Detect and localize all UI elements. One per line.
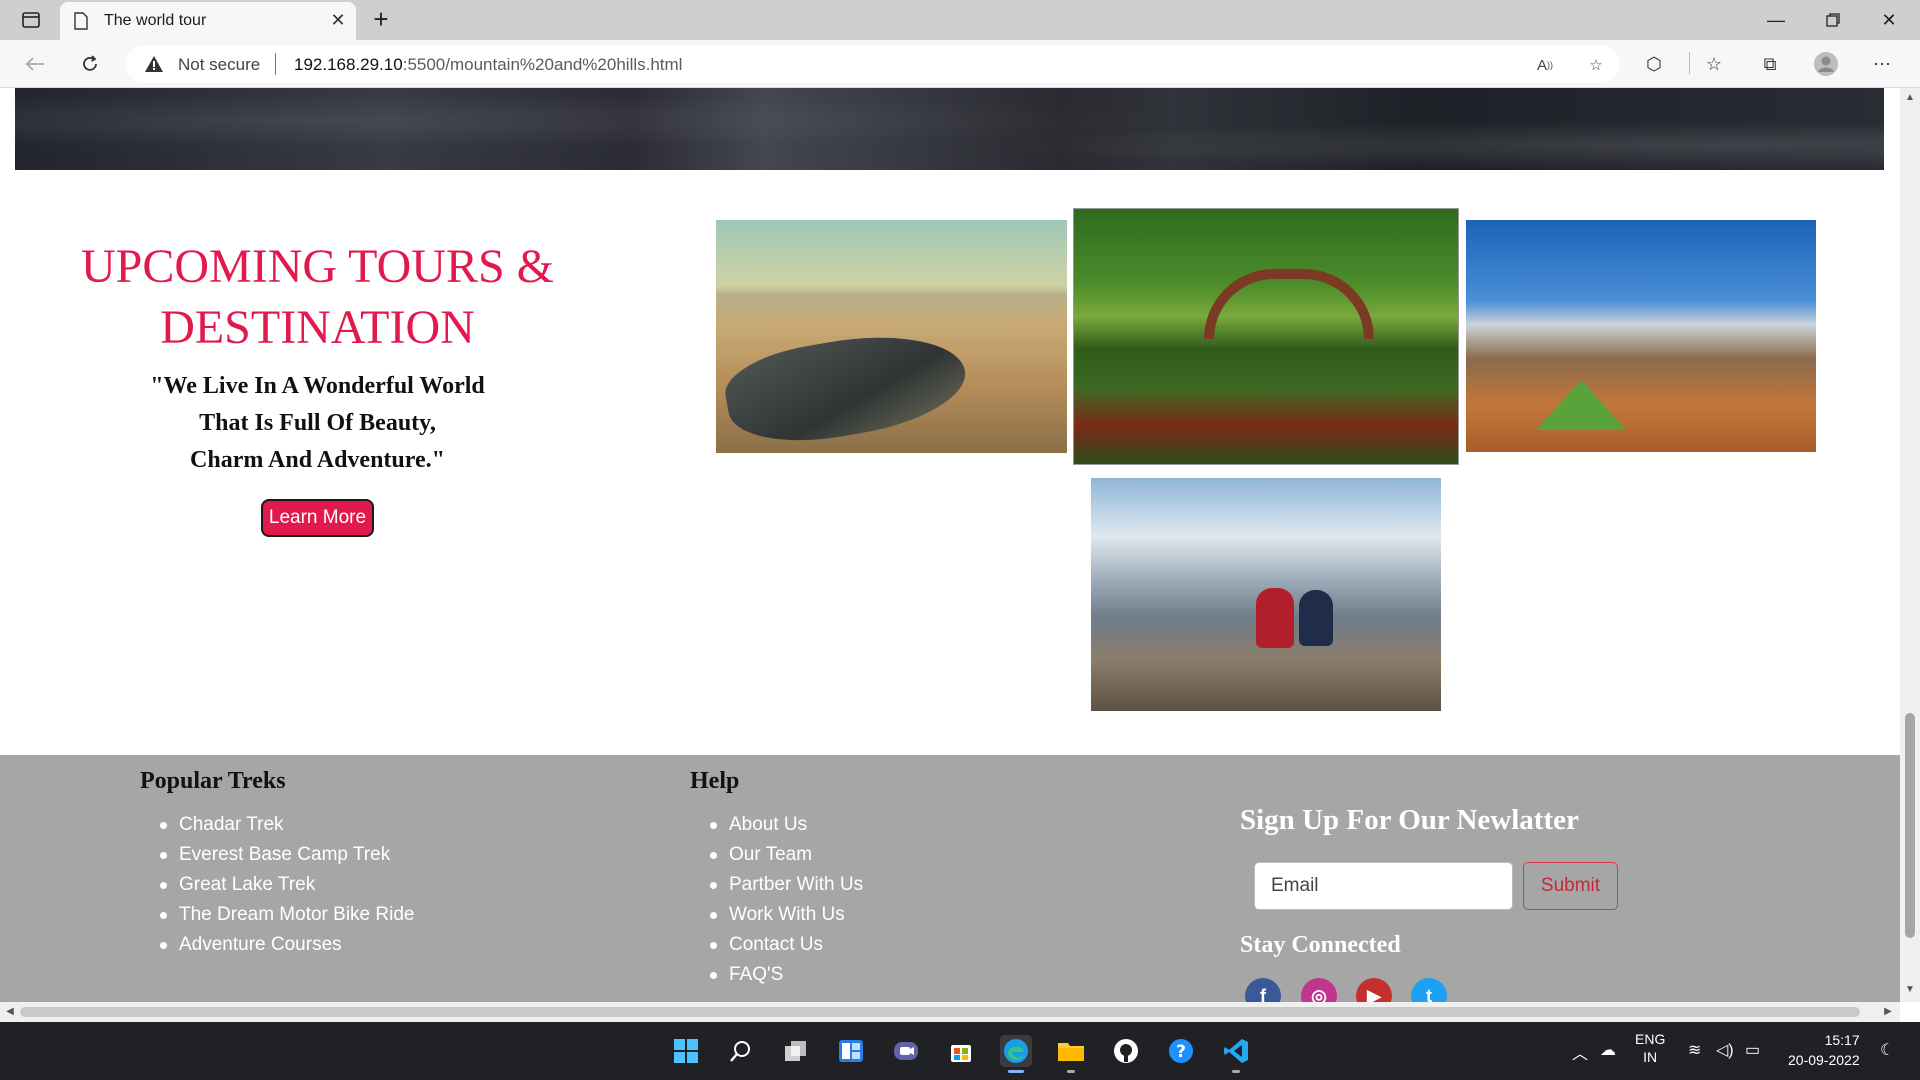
help-link[interactable]: About Us — [690, 810, 863, 840]
new-tab-button[interactable]: + — [366, 6, 396, 34]
upcoming-tours-title: UPCOMING TOURS & DESTINATION — [40, 236, 595, 358]
scroll-up-icon[interactable]: ▲ — [1904, 92, 1916, 104]
vscode-icon[interactable] — [1220, 1035, 1252, 1067]
tab-title: The world tour — [104, 12, 207, 29]
vertical-scroll-thumb[interactable] — [1905, 713, 1915, 938]
notification-icon[interactable]: ☾ — [1880, 1040, 1894, 1060]
tab-the-world-tour[interactable]: The world tour ✕ — [60, 2, 356, 40]
vscode-indicator — [1232, 1070, 1240, 1073]
file-explorer-icon[interactable] — [1055, 1035, 1087, 1067]
park-bridge-photo — [1073, 208, 1459, 465]
collections-icon[interactable]: ⧉ — [1756, 51, 1784, 77]
learn-more-button[interactable]: Learn More — [260, 499, 375, 537]
help-link[interactable]: Work With Us — [690, 900, 863, 930]
help-link[interactable]: FAQ'S — [690, 960, 863, 990]
upcoming-tours-section: UPCOMING TOURS & DESTINATION "We Live In… — [40, 236, 595, 537]
popular-treks-heading: Popular Treks — [140, 768, 286, 794]
github-icon[interactable] — [1110, 1035, 1142, 1067]
quote-text: "We Live In A Wonderful World That Is Fu… — [150, 373, 485, 473]
show-hidden-icons-icon[interactable]: ︿ — [1572, 1040, 1588, 1064]
task-view-icon[interactable] — [780, 1035, 812, 1067]
back-icon[interactable] — [20, 50, 50, 78]
address-bar: Not secure 192.168.29.10:5500/mountain%2… — [0, 40, 1920, 88]
onedrive-icon[interactable]: ☁ — [1600, 1040, 1616, 1060]
url-text[interactable]: 192.168.29.10:5500/mountain%20and%20hill… — [294, 55, 682, 75]
mountain-hikers-photo — [1091, 478, 1441, 711]
stay-connected-heading: Stay Connected — [1240, 932, 1401, 958]
edge-active-indicator — [1008, 1070, 1024, 1073]
title-line-1: UPCOMING TOURS & — [81, 240, 554, 293]
tab-actions-icon[interactable] — [14, 8, 48, 32]
not-secure-label[interactable]: Not secure — [178, 55, 260, 75]
help-list: About Us Our Team Partber With Us Work W… — [690, 810, 863, 990]
clock[interactable]: 15:17 20-09-2022 — [1788, 1030, 1860, 1070]
extensions-icon[interactable]: ⬡ — [1640, 51, 1668, 77]
newsletter-heading: Sign Up For Our Newlatter — [1240, 804, 1579, 836]
scroll-right-icon[interactable]: ▶ — [1882, 1006, 1894, 1018]
search-icon[interactable] — [725, 1035, 757, 1067]
store-icon[interactable] — [945, 1035, 977, 1067]
vertical-scrollbar[interactable]: ▲ ▼ — [1900, 88, 1920, 1002]
widgets-icon[interactable] — [835, 1035, 867, 1067]
help-link[interactable]: Our Team — [690, 840, 863, 870]
popular-trek-link[interactable]: The Dream Motor Bike Ride — [140, 900, 414, 930]
language-indicator[interactable]: ENG IN — [1635, 1030, 1665, 1066]
clock-date: 20-09-2022 — [1788, 1052, 1860, 1068]
help-link[interactable]: Contact Us — [690, 930, 863, 960]
refresh-icon[interactable] — [75, 50, 105, 78]
url-field[interactable]: Not secure 192.168.29.10:5500/mountain%2… — [126, 45, 1620, 83]
popular-treks-list: Chadar Trek Everest Base Camp Trek Great… — [140, 810, 414, 960]
more-menu-icon[interactable]: ⋯ — [1868, 51, 1896, 77]
popular-trek-link[interactable]: Chadar Trek — [140, 810, 414, 840]
title-line-2: DESTINATION — [160, 301, 475, 354]
beach-boat-photo — [716, 220, 1067, 453]
help-icon[interactable]: ? — [1165, 1035, 1197, 1067]
scroll-left-icon[interactable]: ◀ — [4, 1006, 16, 1018]
help-heading: Help — [690, 768, 740, 794]
teams-chat-icon[interactable] — [890, 1035, 922, 1067]
minimize-icon[interactable]: — — [1756, 6, 1796, 34]
restore-icon[interactable] — [1813, 6, 1853, 34]
clock-time: 15:17 — [1824, 1032, 1860, 1048]
hero-image — [15, 88, 1884, 170]
profile-avatar[interactable] — [1812, 51, 1840, 77]
url-path: :5500/mountain%20and%20hills.html — [402, 55, 683, 74]
explorer-indicator — [1067, 1070, 1075, 1073]
edge-icon[interactable] — [1000, 1035, 1032, 1067]
window-close-icon[interactable]: ✕ — [1869, 6, 1909, 34]
url-separator — [275, 53, 276, 75]
svg-text:?: ? — [1176, 1042, 1186, 1062]
warning-icon[interactable] — [144, 55, 164, 78]
read-aloud-icon[interactable]: A)) — [1533, 54, 1557, 76]
popular-trek-link[interactable]: Adventure Courses — [140, 930, 414, 960]
close-tab-icon[interactable]: ✕ — [328, 10, 348, 30]
popular-trek-link[interactable]: Everest Base Camp Trek — [140, 840, 414, 870]
submit-button[interactable]: Submit — [1523, 862, 1618, 910]
mountain-camp-photo — [1466, 220, 1816, 452]
popular-trek-link[interactable]: Great Lake Trek — [140, 870, 414, 900]
page-icon — [74, 12, 88, 30]
email-field[interactable] — [1254, 862, 1513, 910]
tab-bar: The world tour ✕ + — ✕ — [0, 0, 1920, 40]
battery-icon[interactable]: ▭ — [1745, 1040, 1760, 1060]
horizontal-scrollbar[interactable]: ◀ ▶ — [0, 1002, 1900, 1022]
url-host: 192.168.29.10 — [294, 55, 403, 74]
region-code: IN — [1643, 1049, 1658, 1065]
wifi-icon[interactable]: ≋ — [1688, 1040, 1701, 1060]
toolbar-divider — [1689, 52, 1690, 74]
horizontal-scroll-thumb[interactable] — [20, 1007, 1860, 1017]
help-link[interactable]: Partber With Us — [690, 870, 863, 900]
favorites-icon[interactable]: ☆ — [1700, 51, 1728, 77]
scroll-down-icon[interactable]: ▼ — [1904, 984, 1916, 996]
taskbar: ? — [0, 1022, 1920, 1080]
start-icon[interactable] — [670, 1035, 702, 1067]
volume-icon[interactable]: ◁) — [1716, 1040, 1734, 1060]
language-code: ENG — [1635, 1031, 1666, 1047]
add-favorite-icon[interactable]: ☆ — [1584, 54, 1608, 76]
